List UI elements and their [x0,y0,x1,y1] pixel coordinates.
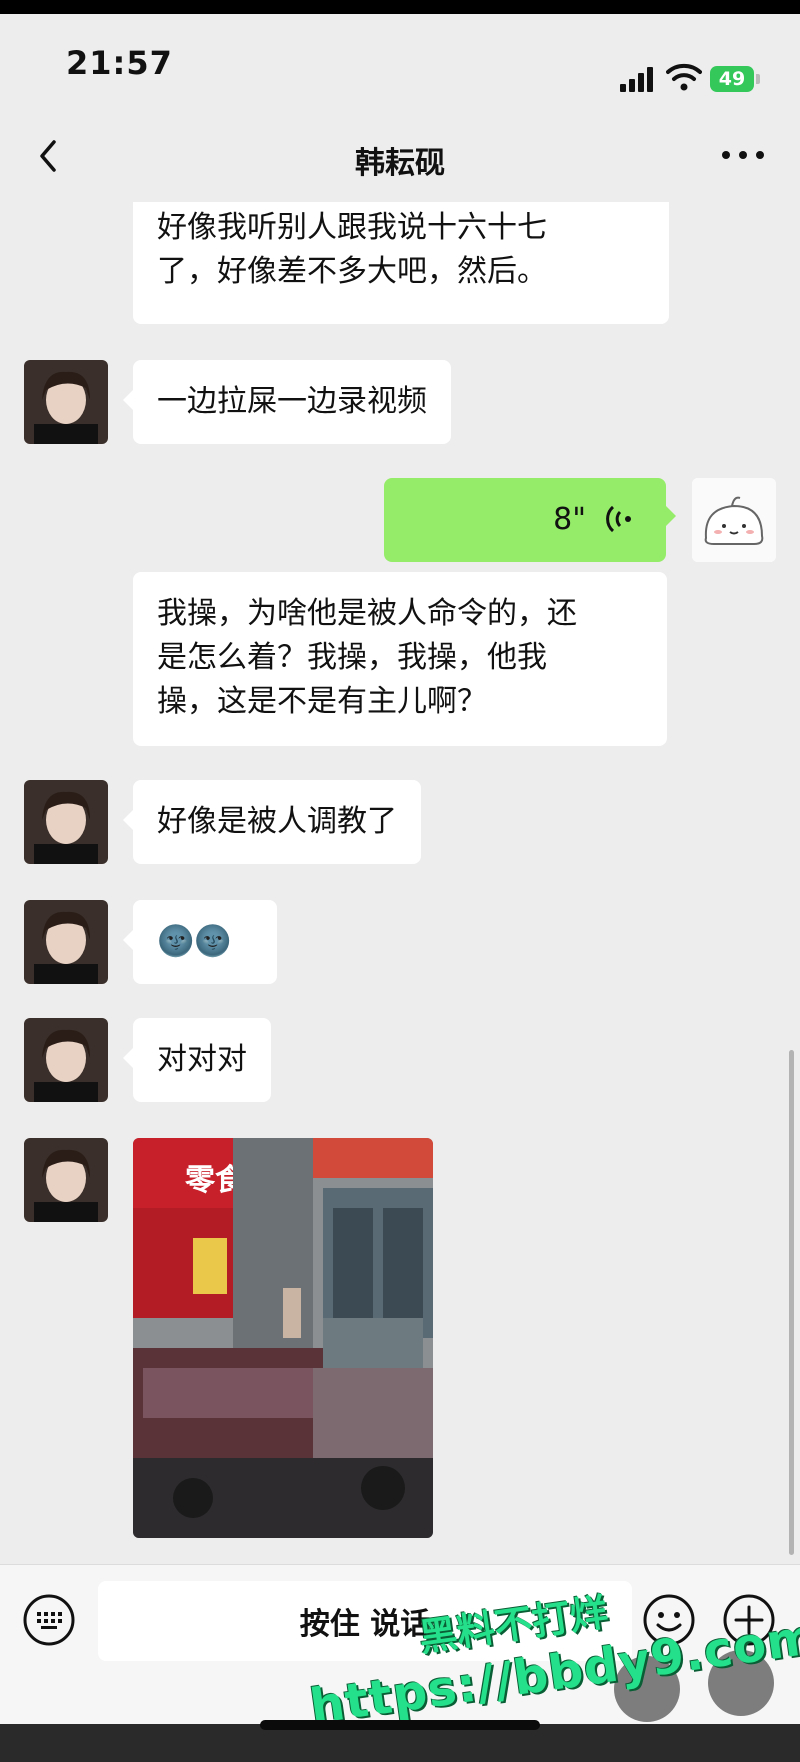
message-text: 好像是被人调教了 [157,804,397,839]
self-avatar[interactable] [692,478,776,562]
message-text: 好像我听别人跟我说十六十七 [157,210,547,245]
cartoon-blob-icon [692,478,776,562]
voice-duration: 8" [553,502,586,537]
avatar[interactable] [24,360,108,444]
avatar[interactable] [24,900,108,984]
message-text: 一边拉屎一边录视频 [157,384,427,419]
scrollbar[interactable] [789,1050,794,1555]
emoji-text: 🌚🌚 [157,924,232,959]
battery-tip [756,74,760,84]
top-strip [0,0,800,14]
wifi-icon [666,63,702,91]
voice-message-bubble[interactable]: 8" [384,478,676,562]
more-icon[interactable] [722,148,764,162]
message-text: 我操，为啥他是被人命令的，还 [157,596,577,631]
message-bubble: 我操，为啥他是被人命令的，还 是怎么着？我操，我操，他我 操，这是不是有主儿啊？ [133,572,667,746]
chat-title: 韩耘砚 [355,146,445,181]
voice-wave-icon [606,505,631,533]
home-indicator[interactable] [260,1720,540,1730]
message-text: 操，这是不是有主儿啊？ [157,684,487,719]
signal-icon [620,67,653,92]
avatar[interactable] [24,780,108,864]
status-time: 21:57 [66,44,173,82]
message-text: 对对对 [157,1042,247,1077]
avatar[interactable] [24,1138,108,1222]
message-bubble: 好像我听别人跟我说十六十七 了，好像差不多大吧，然后。 [133,202,669,324]
keyboard-icon[interactable] [22,1593,76,1647]
message-text: 是怎么着？我操，我操，他我 [157,640,547,675]
message-bubble: 对对对 [123,1018,271,1102]
message-bubble: 一边拉屎一边录视频 [123,360,451,444]
message-text: 了，好像差不多大吧，然后。 [157,254,547,289]
avatar[interactable] [24,1018,108,1102]
battery-icon: 49 [710,66,760,92]
nav-bar: 韩耘砚 [0,114,800,202]
chat-area[interactable]: 好像我听别人跟我说十六十七 了，好像差不多大吧，然后。 一边拉屎一边录视频 8"… [0,202,800,1564]
status-bar: 21:57 49 [0,14,800,114]
photo-message[interactable]: 零食 [133,1138,433,1538]
message-bubble: 好像是被人调教了 [123,780,421,864]
message-bubble: 🌚🌚 [123,900,277,984]
battery-level: 49 [710,66,754,92]
